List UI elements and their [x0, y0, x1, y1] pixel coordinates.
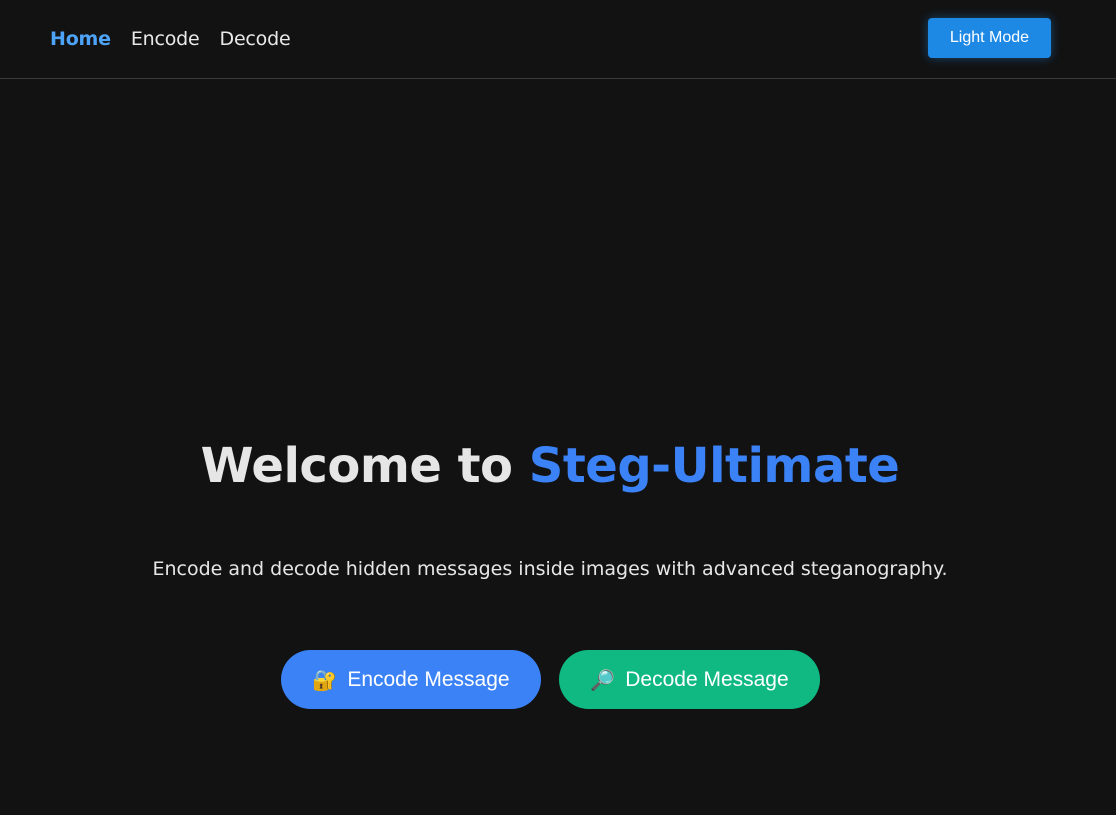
nav-link-decode[interactable]: Decode	[220, 28, 291, 50]
lock-with-key-icon: 🔐	[312, 667, 338, 692]
brand-name: Steg-Ultimate	[528, 438, 900, 494]
decode-message-label: Decode Message	[625, 667, 789, 691]
decode-message-button[interactable]: 🔎 Decode Message	[559, 650, 820, 709]
nav-link-home[interactable]: Home	[50, 28, 111, 50]
encode-message-label: Encode Message	[347, 667, 510, 691]
page-title: Welcome to Steg-Ultimate	[0, 438, 1100, 494]
encode-message-button[interactable]: 🔐 Encode Message	[281, 650, 541, 709]
page-subtitle: Encode and decode hidden messages inside…	[152, 558, 948, 580]
light-mode-toggle-button[interactable]: Light Mode	[928, 18, 1051, 58]
magnifying-glass-icon: 🔎	[590, 667, 616, 692]
nav-link-encode[interactable]: Encode	[131, 28, 200, 50]
navbar: Home Encode Decode Light Mode	[0, 0, 1116, 79]
title-prefix: Welcome to	[200, 438, 529, 494]
nav-links: Home Encode Decode	[50, 28, 291, 50]
